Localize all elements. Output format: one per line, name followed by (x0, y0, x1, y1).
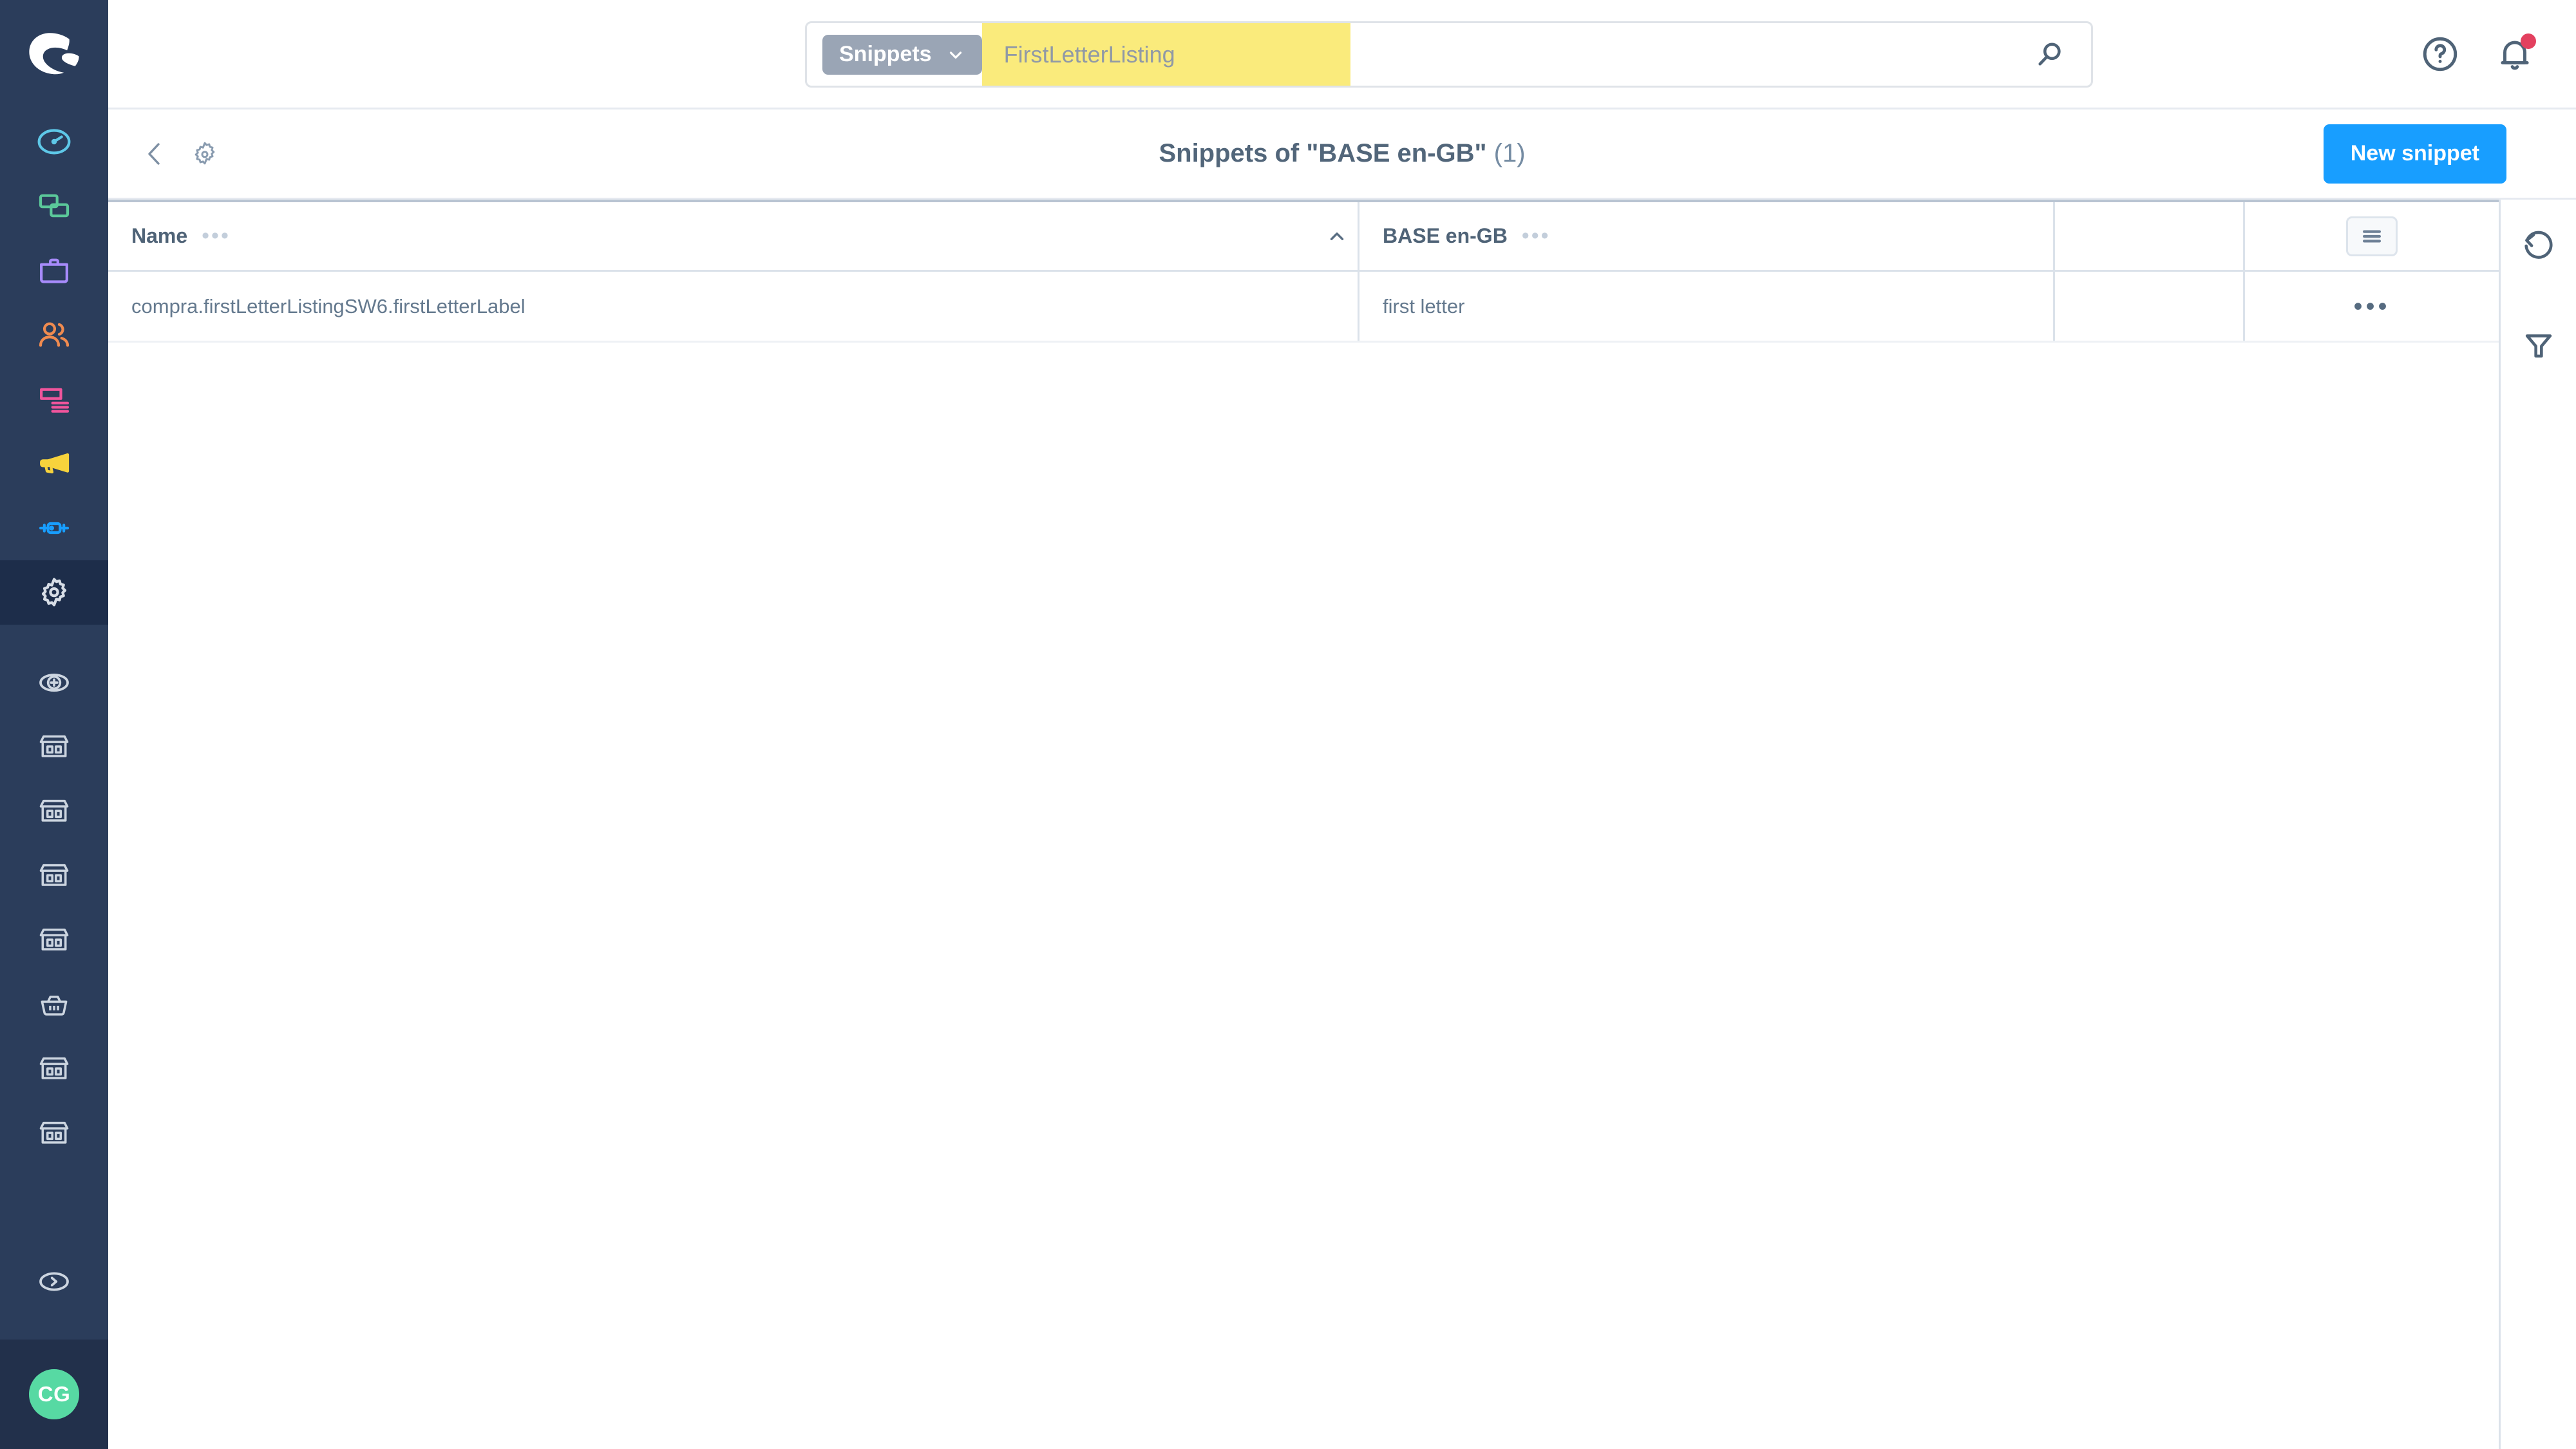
cell-spacer (2053, 272, 2243, 341)
search-type-dropdown[interactable]: Snippets (822, 34, 982, 75)
search-type-label: Snippets (839, 42, 932, 66)
settings-gear-icon (41, 578, 67, 607)
cell-sort-spacer (1316, 272, 1358, 341)
page-title: Snippets of "BASE en-GB" (1) (108, 139, 2576, 168)
snippets-table: Name ••• BASE en-GB ••• compra.firstLett… (108, 200, 2499, 1449)
help-circle-icon (2423, 37, 2458, 71)
marketing-megaphone-icon (40, 453, 70, 474)
topbar: Snippets FirstLetterListing (108, 0, 2576, 109)
sidebar-item-shop-5[interactable] (0, 972, 108, 1037)
sidebar-expand-toggle[interactable] (0, 1249, 108, 1314)
chevron-down-icon (946, 45, 965, 64)
row-actions[interactable]: ••• (2243, 272, 2499, 341)
ellipsis-icon[interactable]: ••• (1522, 225, 1551, 247)
catalogues-windows-icon (39, 194, 70, 218)
sidebar-item-shop-4[interactable] (0, 908, 108, 972)
sidebar-item-shop-2[interactable] (0, 779, 108, 844)
add-circle-icon (39, 674, 69, 692)
shopware-logo-icon (29, 33, 79, 75)
column-header-name-label: Name (131, 224, 188, 247)
help-button[interactable] (2420, 34, 2460, 74)
column-sort-indicator[interactable] (1316, 202, 1358, 270)
storefront-icon (39, 928, 69, 951)
table-row[interactable]: compra.firstLetterListingSW6.firstLetter… (108, 272, 2499, 343)
global-search[interactable]: Snippets FirstLetterListing (805, 21, 2093, 88)
notifications-button[interactable] (2495, 33, 2536, 74)
page-title-main: Snippets of "BASE en-GB" (1159, 139, 1487, 167)
dashboard-gauge-icon (37, 129, 71, 155)
column-header-base-en-gb[interactable]: BASE en-GB ••• (1358, 202, 2053, 270)
sidebar-item-shop-6[interactable] (0, 1037, 108, 1101)
sidebar-primary-nav (0, 109, 108, 625)
cell-base-text: first letter (1383, 294, 1465, 317)
user-menu[interactable]: CG (0, 1340, 108, 1449)
content-area: Name ••• BASE en-GB ••• compra.firstLett… (108, 200, 2576, 1449)
sidebar-item-dashboard[interactable] (0, 109, 108, 174)
caret-up-icon (1330, 232, 1343, 240)
sidebar-item-marketing[interactable] (0, 431, 108, 496)
main-area: Snippets FirstLetterListing Snippets of … (108, 0, 2576, 1449)
sidebar-item-shop-7[interactable] (0, 1101, 108, 1166)
table-header-row: Name ••• BASE en-GB ••• (108, 202, 2499, 272)
topbar-actions (2420, 0, 2536, 108)
gear-icon (194, 142, 215, 164)
chevron-left-icon (148, 142, 160, 165)
column-header-actions (2243, 202, 2499, 270)
column-header-name[interactable]: Name ••• (108, 202, 1316, 270)
page-header: Snippets of "BASE en-GB" (1) New snippet (108, 109, 2576, 200)
column-header-spacer (2053, 202, 2243, 270)
page-title-count: (1) (1493, 139, 1526, 167)
column-header-base-label: BASE en-GB (1383, 224, 1508, 247)
customers-users-icon (39, 322, 70, 347)
back-button[interactable] (139, 138, 170, 169)
extensions-plug-icon (39, 522, 70, 535)
reset-button[interactable] (2519, 224, 2559, 264)
avatar: CG (29, 1369, 79, 1419)
storefront-icon (39, 1057, 69, 1079)
notification-badge (2521, 33, 2536, 49)
new-snippet-button[interactable]: New snippet (2323, 124, 2506, 184)
page-header-left (108, 138, 220, 169)
chevron-right-circle-icon (39, 1272, 69, 1291)
cell-base-en-gb[interactable]: first letter (1358, 272, 2053, 341)
content-layout-icon (40, 388, 70, 413)
sidebar-item-shop-3[interactable] (0, 844, 108, 908)
ellipsis-icon[interactable]: ••• (202, 225, 231, 247)
ellipsis-icon[interactable]: ••• (2353, 294, 2390, 319)
filter-funnel-icon (2525, 334, 2552, 358)
main-sidebar: CG (0, 0, 108, 1449)
list-view-toggle[interactable] (2346, 216, 2398, 256)
right-toolbar (2499, 200, 2576, 1449)
sidebar-item-customers[interactable] (0, 303, 108, 367)
reset-undo-icon (2524, 231, 2553, 259)
app-root: CG Snippets FirstLetterListing Snippets … (0, 0, 2576, 1449)
sidebar-shops-nav (0, 650, 108, 1166)
search-input-value: FirstLetterListing (1003, 41, 1175, 68)
orders-briefcase-icon (40, 258, 68, 283)
sidebar-item-catalogues[interactable] (0, 174, 108, 238)
basket-icon (41, 996, 68, 1016)
storefront-icon (39, 735, 69, 757)
sidebar-item-extensions[interactable] (0, 496, 108, 560)
data-grid: Name ••• BASE en-GB ••• compra.firstLett… (108, 200, 2499, 343)
search-icon (2038, 42, 2061, 66)
sidebar-item-add-shop[interactable] (0, 650, 108, 715)
cell-name-text: compra.firstLetterListingSW6.firstLetter… (131, 294, 526, 317)
storefront-icon (39, 864, 69, 886)
sidebar-item-orders[interactable] (0, 238, 108, 303)
list-view-icon (2362, 230, 2382, 242)
storefront-icon (39, 1121, 69, 1144)
sidebar-item-settings[interactable] (0, 560, 108, 625)
search-submit-button[interactable] (2007, 23, 2091, 86)
search-input[interactable]: FirstLetterListing (981, 23, 2007, 86)
filter-button[interactable] (2519, 326, 2559, 366)
storefront-icon (39, 799, 69, 822)
sidebar-divider (0, 625, 108, 650)
page-settings-button[interactable] (189, 138, 220, 169)
sidebar-item-shop-1[interactable] (0, 715, 108, 779)
cell-name[interactable]: compra.firstLetterListingSW6.firstLetter… (108, 272, 1316, 341)
sidebar-item-content[interactable] (0, 367, 108, 431)
shopware-logo[interactable] (0, 0, 108, 109)
